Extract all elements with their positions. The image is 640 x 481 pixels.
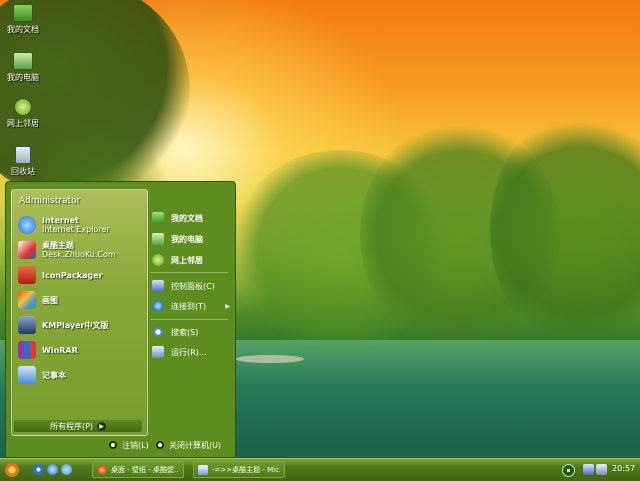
pinned-item-paint[interactable]: 画图: [18, 289, 58, 311]
menu-item-label: 运行(R)...: [171, 347, 207, 357]
desktop-icon-my-documents[interactable]: 我的文档: [4, 4, 42, 35]
menu-item-label: 我的电脑: [171, 234, 203, 244]
folder-documents-icon: [152, 212, 164, 224]
menu-item-my-documents[interactable]: 我的文档: [152, 210, 232, 226]
iconpackager-icon: [18, 266, 36, 284]
winrar-icon: [18, 341, 36, 359]
desktop-icon-label: 我的文档: [7, 25, 39, 34]
desktop-icon-recycle-bin[interactable]: 回收站: [4, 146, 42, 177]
shutdown-icon: [156, 441, 164, 449]
taskbar-button-document[interactable]: -=>>桌酷主题 - Mic...: [193, 461, 285, 478]
taskbar: 桌面 - 壁纸 - 桌酷壁... -=>>桌酷主题 - Mic... 20:57: [0, 458, 640, 481]
menu-separator: [150, 319, 228, 320]
menu-item-connect-to[interactable]: 连接到(T) ▶: [152, 298, 232, 314]
start-menu-places-panel: 我的文档 我的电脑 网上邻居 控制面板(C) 连接到(T) ▶ 搜索(S) 运行…: [146, 208, 231, 433]
pinned-item-title: 画图: [42, 295, 58, 305]
desktop-icon-network[interactable]: 网上邻居: [4, 98, 42, 129]
pinned-item-winrar[interactable]: WinRAR: [18, 339, 78, 361]
submenu-arrow-icon: ▶: [225, 302, 230, 310]
menu-item-run[interactable]: 运行(R)...: [152, 344, 232, 360]
internet-explorer-icon: [18, 216, 36, 234]
pinned-item-title: WinRAR: [42, 345, 78, 355]
zhuoku-theme-icon: [18, 241, 36, 259]
my-computer-icon: [13, 52, 33, 70]
system-tray: 20:57: [556, 459, 640, 481]
tray-back-arrow-icon[interactable]: [562, 464, 575, 477]
menu-separator: [150, 272, 228, 273]
desktop-icon-my-computer[interactable]: 我的电脑: [4, 52, 42, 83]
taskbar-button-browser[interactable]: 桌面 - 壁纸 - 桌酷壁...: [92, 461, 184, 478]
menu-item-search[interactable]: 搜索(S): [152, 324, 232, 340]
desktop-show-icon[interactable]: [33, 464, 44, 475]
start-menu-username: Administrator: [19, 196, 81, 206]
run-icon: [152, 346, 164, 358]
volume-icon[interactable]: [596, 464, 607, 475]
paint-icon: [18, 291, 36, 309]
network-icon: [14, 98, 32, 116]
start-button[interactable]: [2, 461, 22, 479]
logoff-label: 注销(L): [122, 440, 149, 450]
pinned-item-title: IconPackager: [42, 270, 103, 280]
ie-quick-launch-icon[interactable]: [47, 464, 58, 475]
clock[interactable]: 20:57: [612, 464, 635, 473]
pinned-item-title: 记事本: [42, 370, 66, 380]
kmplayer-icon: [18, 316, 36, 334]
desktop-icon-label: 我的电脑: [7, 73, 39, 82]
recycle-bin-icon: [15, 146, 31, 164]
network-icon: [152, 254, 164, 266]
taskbar-button-label: 桌面 - 壁纸 - 桌酷壁...: [111, 465, 179, 474]
folder-documents-icon: [13, 4, 33, 22]
pinned-item-internet-explorer[interactable]: Internet Internet Explorer: [18, 214, 110, 236]
all-programs-label: 所有程序(P): [49, 421, 94, 431]
pinned-item-notepad[interactable]: 记事本: [18, 364, 66, 386]
document-icon: [198, 464, 208, 475]
connect-to-icon: [152, 300, 164, 312]
pinned-item-title: 桌酷主题: [42, 241, 74, 250]
menu-item-control-panel[interactable]: 控制面板(C): [152, 278, 232, 294]
arrow-right-icon: ▶: [97, 421, 107, 431]
taskbar-button-label: -=>>桌酷主题 - Mic...: [212, 465, 280, 474]
pinned-item-subtitle: Internet Explorer: [42, 225, 110, 234]
start-flower-icon: [5, 463, 19, 477]
search-icon: [152, 326, 164, 338]
logoff-button[interactable]: 注销(L): [109, 439, 149, 451]
notepad-icon: [18, 366, 36, 384]
pinned-item-zhuoku-theme[interactable]: 桌酷主题 Desk.ZhuoKu.Com: [18, 239, 116, 261]
my-computer-icon: [152, 233, 164, 245]
network-status-icon[interactable]: [583, 464, 594, 475]
menu-item-my-computer[interactable]: 我的电脑: [152, 231, 232, 247]
shutdown-button[interactable]: 关闭计算机(U): [156, 439, 221, 451]
menu-item-label: 连接到(T): [171, 301, 207, 311]
pinned-item-iconpackager[interactable]: IconPackager: [18, 264, 103, 286]
pinned-item-kmplayer[interactable]: KMPlayer中文版: [18, 314, 109, 336]
desktop-icon-label: 回收站: [11, 167, 35, 176]
menu-item-network[interactable]: 网上邻居: [152, 252, 232, 268]
sandbar: [236, 355, 304, 363]
pinned-item-subtitle: Desk.ZhuoKu.Com: [42, 250, 116, 259]
pinned-item-title: Internet: [42, 216, 79, 225]
menu-item-label: 控制面板(C): [171, 281, 215, 291]
start-menu: Administrator Internet Internet Explorer …: [5, 181, 236, 458]
menu-item-label: 我的文档: [171, 213, 203, 223]
all-programs-button[interactable]: 所有程序(P) ▶: [14, 420, 142, 432]
menu-item-label: 网上邻居: [171, 255, 203, 265]
browser-icon: [97, 464, 107, 475]
shutdown-label: 关闭计算机(U): [169, 440, 222, 450]
logoff-icon: [109, 441, 117, 449]
pinned-item-title: KMPlayer中文版: [42, 320, 109, 330]
menu-item-label: 搜索(S): [171, 327, 199, 337]
start-menu-pinned-panel: Administrator Internet Internet Explorer …: [11, 189, 148, 436]
control-panel-icon: [152, 280, 164, 292]
ie-quick-launch-icon-2[interactable]: [61, 464, 72, 475]
desktop-icon-label: 网上邻居: [7, 119, 39, 128]
